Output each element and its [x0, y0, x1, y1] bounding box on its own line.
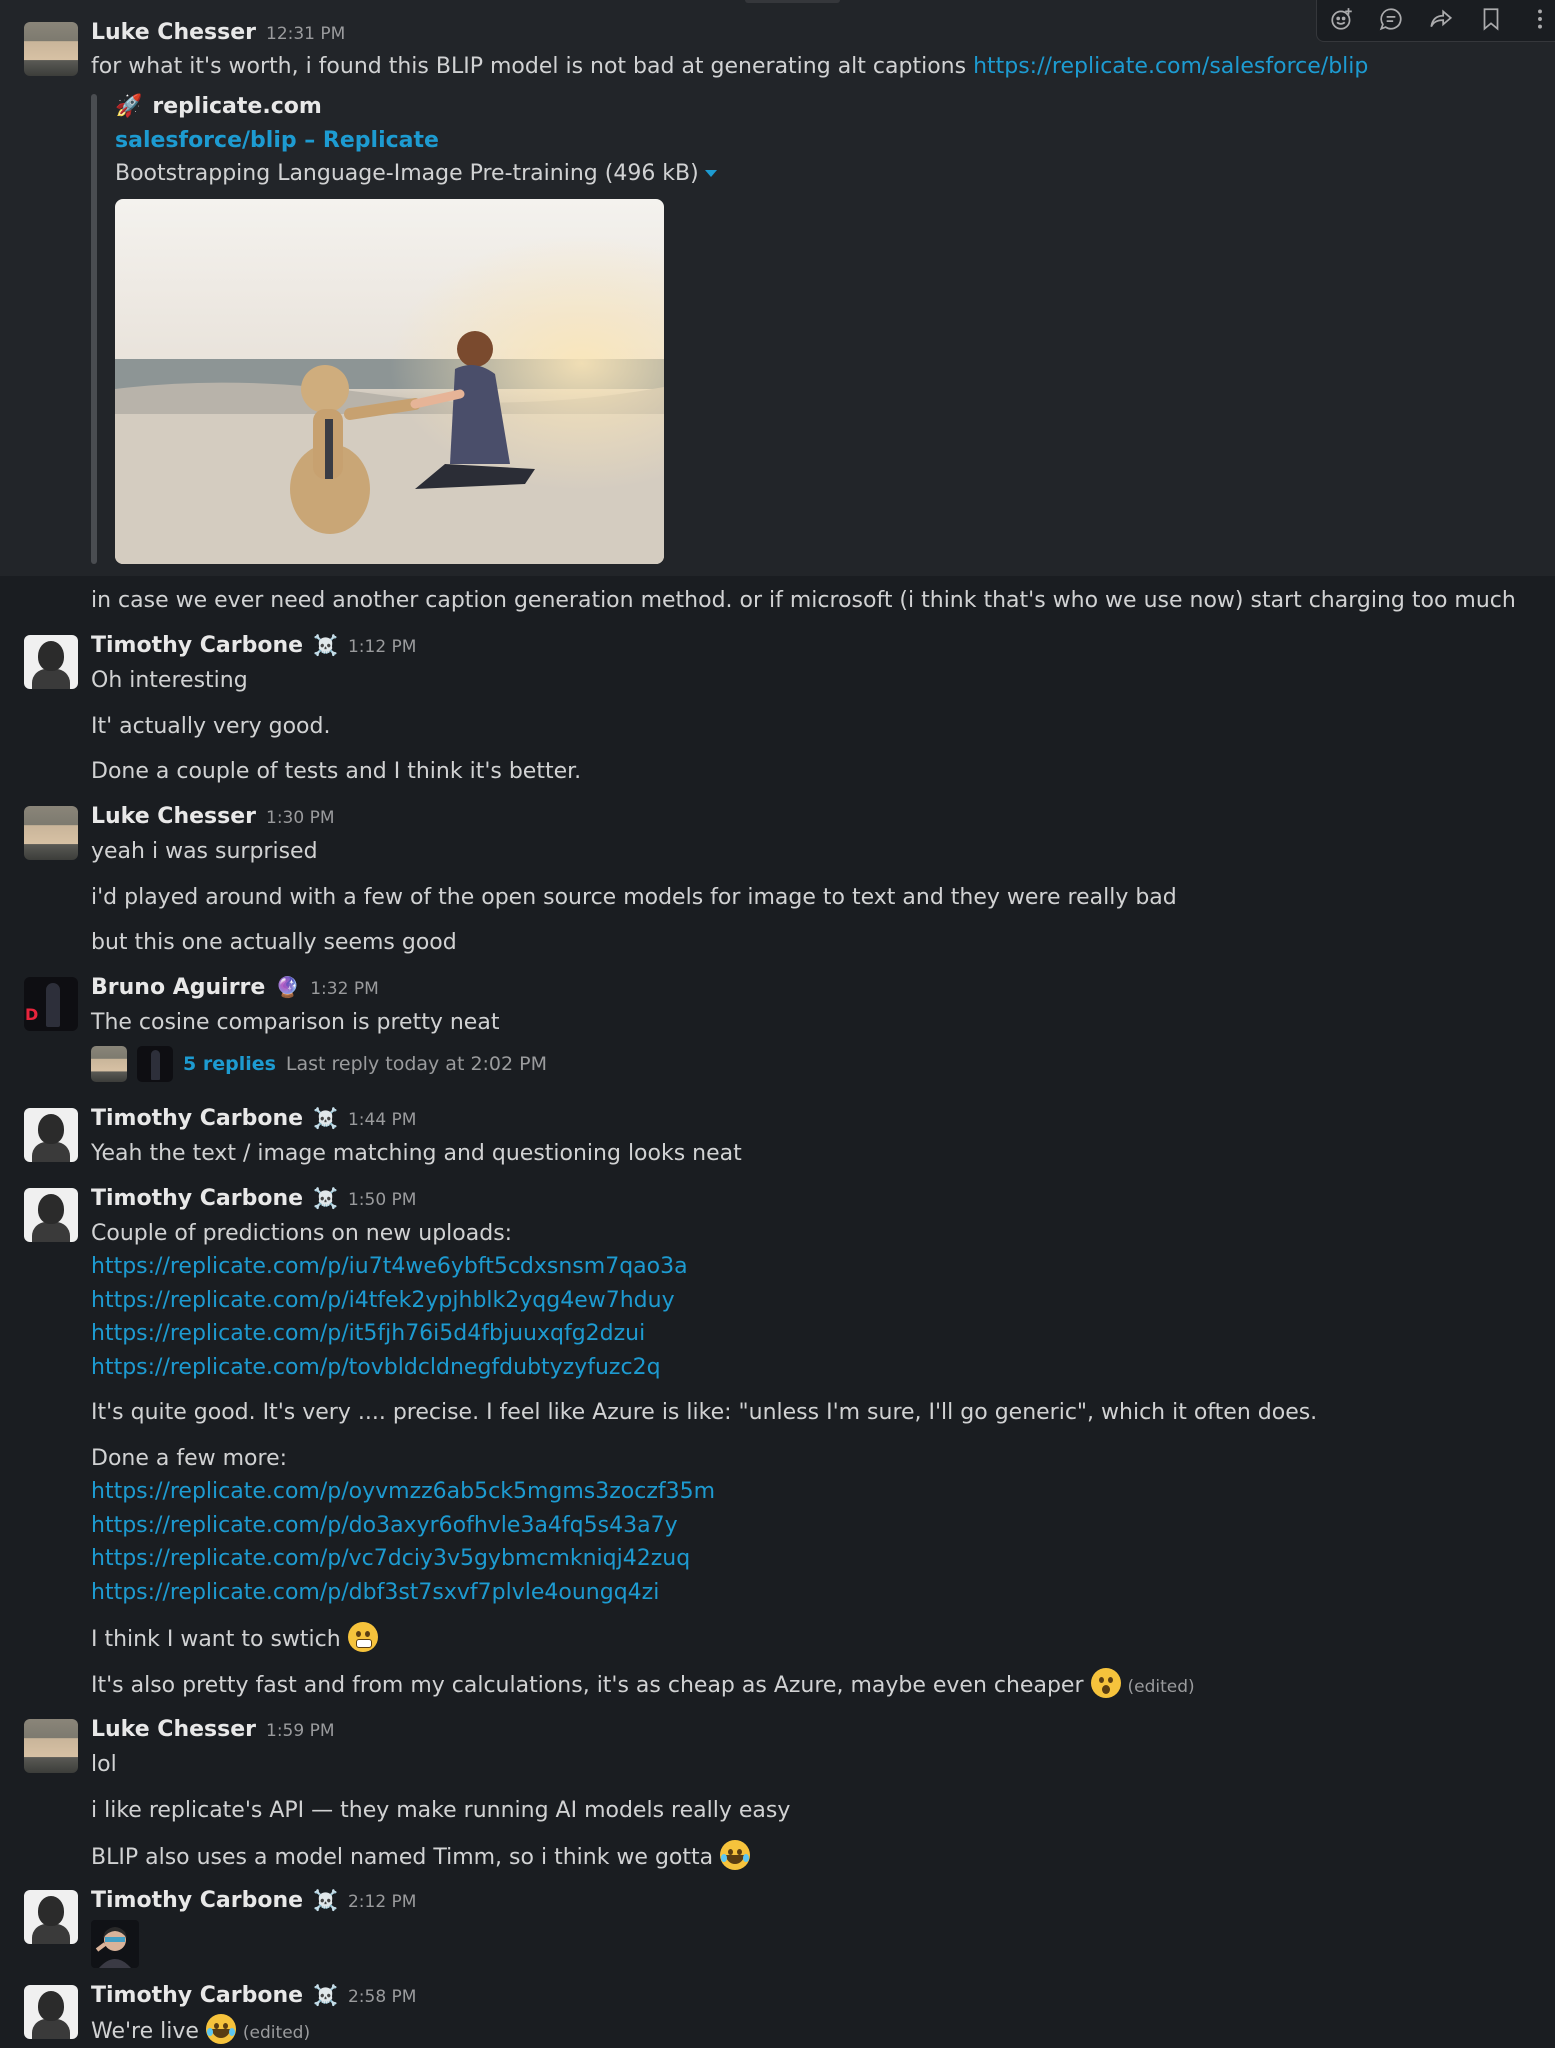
message-link[interactable]: https://replicate.com/salesforce/blip: [973, 54, 1368, 79]
message-timestamp[interactable]: 1:32 PM: [310, 979, 379, 999]
custom-emoji-image[interactable]: [91, 1920, 139, 1968]
thread-summary[interactable]: 5 replies Last reply today at 2:02 PM: [91, 1046, 547, 1082]
thread-participant-avatar: [137, 1046, 173, 1082]
message-actions-toolbar: [1316, 0, 1555, 42]
message-body: I think I want to swtich: [91, 1627, 341, 1652]
status-emoji[interactable]: ☠️: [313, 633, 338, 657]
collapse-caret-icon[interactable]: [704, 170, 717, 177]
avatar[interactable]: D: [24, 977, 78, 1031]
status-emoji[interactable]: 🔮: [275, 975, 300, 999]
avatar[interactable]: [24, 1890, 78, 1944]
message-text: It's quite good. It's very .... precise.…: [91, 1400, 1318, 1425]
author-name[interactable]: Timothy Carbone: [91, 633, 303, 658]
message-text: It's also pretty fast and from my calcul…: [91, 1668, 1195, 1698]
unfurl-site: 🚀 replicate.com: [115, 94, 322, 119]
message-timestamp[interactable]: 12:31 PM: [266, 24, 345, 44]
author-name[interactable]: Timothy Carbone: [91, 1186, 303, 1211]
new-messages-tab: [745, 0, 840, 3]
author-name[interactable]: Timothy Carbone: [91, 1888, 303, 1913]
hushed-emoji-icon: [1090, 1668, 1121, 1698]
message-text: Done a few more:: [91, 1446, 288, 1471]
thread-replies-count[interactable]: 5 replies: [183, 1053, 276, 1075]
unfurl-description-text: Bootstrapping Language-Image Pre-trainin…: [115, 161, 699, 186]
avatar[interactable]: [24, 1188, 78, 1242]
edited-label: (edited): [242, 2023, 311, 2043]
message-body: for what it's worth, i found this BLIP m…: [91, 54, 967, 79]
status-emoji[interactable]: ☠️: [313, 1888, 338, 1912]
status-emoji[interactable]: ☠️: [313, 1106, 338, 1130]
unfurl-bar: [91, 94, 97, 564]
message-text: yeah i was surprised: [91, 839, 318, 864]
message-timestamp[interactable]: 2:58 PM: [348, 1987, 417, 2007]
message-text: We're live (edited): [91, 2014, 310, 2044]
bookmark-icon[interactable]: [1474, 2, 1508, 36]
tears-of-joy-emoji-icon: [205, 2014, 236, 2044]
unfurl-site-name: replicate.com: [152, 94, 322, 119]
message-timestamp[interactable]: 1:50 PM: [348, 1190, 417, 1210]
thread-last-reply: Last reply today at 2:02 PM: [285, 1053, 547, 1075]
message-text: Oh interesting: [91, 668, 248, 693]
avatar[interactable]: [24, 1985, 78, 2039]
prediction-link[interactable]: https://replicate.com/p/iu7t4we6ybft5cdx…: [91, 1254, 688, 1279]
message-timestamp[interactable]: 1:30 PM: [266, 808, 335, 828]
author-name[interactable]: Luke Chesser: [91, 804, 256, 829]
unfurl-description: Bootstrapping Language-Image Pre-trainin…: [115, 161, 717, 186]
prediction-link[interactable]: https://replicate.com/p/i4tfek2ypjhblk2y…: [91, 1288, 675, 1313]
prediction-link[interactable]: https://replicate.com/p/vc7dciy3v5gybmcm…: [91, 1546, 690, 1571]
avatar[interactable]: [24, 635, 78, 689]
message-timestamp[interactable]: 1:12 PM: [348, 637, 417, 657]
message-timestamp[interactable]: 2:12 PM: [348, 1892, 417, 1912]
message-text: BLIP also uses a model named Timm, so i …: [91, 1840, 751, 1870]
avatar[interactable]: [24, 22, 78, 76]
edited-label: (edited): [1127, 1677, 1195, 1697]
share-icon[interactable]: [1424, 2, 1458, 36]
message-text: i'd played around with a few of the open…: [91, 885, 1177, 910]
prediction-link[interactable]: https://replicate.com/p/oyvmzz6ab5ck5mgm…: [91, 1479, 715, 1504]
message-text: but this one actually seems good: [91, 930, 457, 955]
unfurl-preview-image[interactable]: [115, 199, 664, 564]
message-text: The cosine comparison is pretty neat: [91, 1010, 500, 1035]
prediction-link[interactable]: https://replicate.com/p/dbf3st7sxvf7plvl…: [91, 1580, 659, 1605]
message-text: I think I want to swtich: [91, 1622, 378, 1652]
message-body: It's also pretty fast and from my calcul…: [91, 1673, 1084, 1698]
avatar[interactable]: [24, 1108, 78, 1162]
author-name[interactable]: Timothy Carbone: [91, 1983, 303, 2008]
more-actions-icon[interactable]: [1523, 2, 1555, 36]
message-text: It' actually very good.: [91, 714, 331, 739]
message-timestamp[interactable]: 1:59 PM: [266, 1721, 335, 1741]
tears-of-joy-emoji-icon: [720, 1840, 751, 1870]
message-text: Done a couple of tests and I think it's …: [91, 759, 582, 784]
author-name[interactable]: Luke Chesser: [91, 20, 256, 45]
author-name[interactable]: Luke Chesser: [91, 1717, 256, 1742]
message-text: i like replicate's API — they make runni…: [91, 1798, 791, 1823]
status-emoji[interactable]: ☠️: [313, 1983, 338, 2007]
avatar[interactable]: [24, 1719, 78, 1773]
message-body: We're live: [91, 2019, 199, 2044]
avatar[interactable]: [24, 806, 78, 860]
rocket-icon: 🚀: [115, 94, 143, 119]
thread-participant-avatar: [91, 1046, 127, 1082]
prediction-link[interactable]: https://replicate.com/p/it5fjh76i5d4fbju…: [91, 1321, 645, 1346]
author-name[interactable]: Timothy Carbone: [91, 1106, 303, 1131]
author-name[interactable]: Bruno Aguirre: [91, 975, 265, 1000]
message-timestamp[interactable]: 1:44 PM: [348, 1110, 417, 1130]
message-body: BLIP also uses a model named Timm, so i …: [91, 1845, 714, 1870]
status-emoji[interactable]: ☠️: [313, 1186, 338, 1210]
reply-in-thread-icon[interactable]: [1374, 2, 1408, 36]
prediction-link[interactable]: https://replicate.com/p/tovbldcldnegfdub…: [91, 1355, 661, 1380]
message-text: Couple of predictions on new uploads:: [91, 1221, 513, 1246]
message-text: Yeah the text / image matching and quest…: [91, 1141, 742, 1166]
grimacing-emoji-icon: [347, 1622, 378, 1652]
message-text: lol: [91, 1752, 117, 1777]
unfurl-title[interactable]: salesforce/blip – Replicate: [115, 128, 439, 153]
message-text: for what it's worth, i found this BLIP m…: [91, 54, 1368, 79]
prediction-link[interactable]: https://replicate.com/p/do3axyr6ofhvle3a…: [91, 1513, 678, 1538]
add-reaction-icon[interactable]: [1325, 2, 1359, 36]
message-text: in case we ever need another caption gen…: [91, 588, 1516, 613]
